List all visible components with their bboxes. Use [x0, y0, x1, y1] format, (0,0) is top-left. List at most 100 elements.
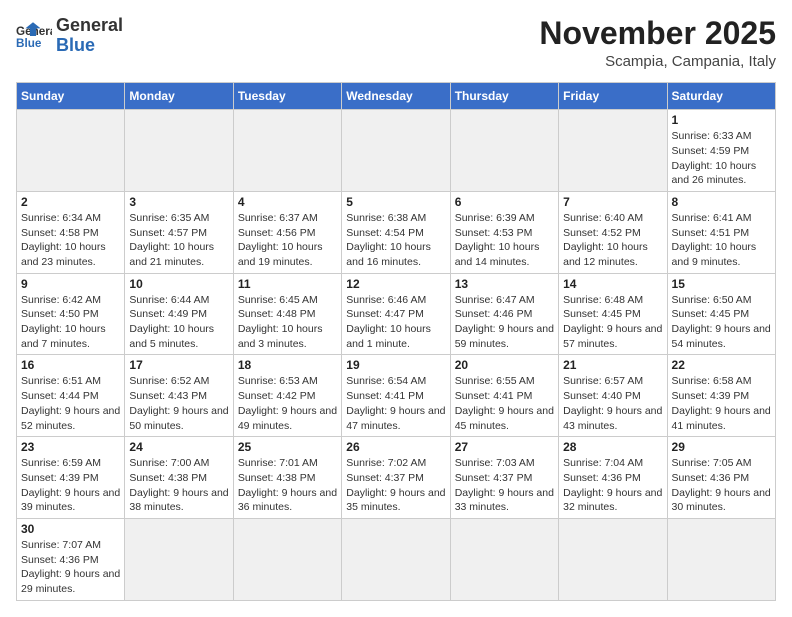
- calendar-cell: [450, 518, 558, 600]
- day-info: Sunrise: 6:35 AMSunset: 4:57 PMDaylight:…: [129, 211, 228, 270]
- day-info: Sunrise: 7:04 AMSunset: 4:36 PMDaylight:…: [563, 456, 662, 515]
- calendar-cell: [342, 110, 450, 192]
- day-number: 27: [455, 440, 554, 454]
- day-number: 16: [21, 358, 120, 372]
- day-info: Sunrise: 6:58 AMSunset: 4:39 PMDaylight:…: [672, 374, 771, 433]
- calendar-cell: 1Sunrise: 6:33 AMSunset: 4:59 PMDaylight…: [667, 110, 775, 192]
- day-info: Sunrise: 6:46 AMSunset: 4:47 PMDaylight:…: [346, 293, 445, 352]
- calendar-cell: 11 Sunrise: 6:45 AMSunset: 4:48 PMDayligh…: [233, 273, 341, 355]
- day-number: 18: [238, 358, 337, 372]
- calendar-cell: 2 Sunrise: 6:34 AMSunset: 4:58 PMDaylight…: [17, 191, 125, 273]
- calendar-cell: 6Sunrise: 6:39 AMSunset: 4:53 PMDaylight…: [450, 191, 558, 273]
- weekday-header: Saturday: [667, 83, 775, 110]
- logo-icon: General Blue: [16, 22, 52, 50]
- calendar-week-row: 30 Sunrise: 7:07 AMSunset: 4:36 PMDayligh…: [17, 518, 776, 600]
- location-title: Scampia, Campania, Italy: [539, 53, 776, 70]
- day-info: Sunrise: 6:37 AMSunset: 4:56 PMDaylight:…: [238, 211, 337, 270]
- day-number: 4: [238, 195, 337, 209]
- day-number: 28: [563, 440, 662, 454]
- calendar-cell: [233, 518, 341, 600]
- day-number: 7: [563, 195, 662, 209]
- day-info: Sunrise: 7:03 AMSunset: 4:37 PMDaylight:…: [455, 456, 554, 515]
- calendar-cell: 12 Sunrise: 6:46 AMSunset: 4:47 PMDayligh…: [342, 273, 450, 355]
- calendar-cell: 26 Sunrise: 7:02 AMSunset: 4:37 PMDayligh…: [342, 437, 450, 519]
- calendar-cell: 25 Sunrise: 7:01 AMSunset: 4:38 PMDayligh…: [233, 437, 341, 519]
- day-number: 11: [238, 277, 337, 291]
- calendar-cell: [17, 110, 125, 192]
- calendar-cell: 10 Sunrise: 6:44 AMSunset: 4:49 PMDayligh…: [125, 273, 233, 355]
- day-number: 20: [455, 358, 554, 372]
- day-info: Sunrise: 7:00 AMSunset: 4:38 PMDaylight:…: [129, 456, 228, 515]
- day-number: 29: [672, 440, 771, 454]
- day-info: Sunrise: 6:48 AMSunset: 4:45 PMDaylight:…: [563, 293, 662, 352]
- day-info: Sunrise: 7:07 AMSunset: 4:36 PMDaylight:…: [21, 538, 120, 597]
- header: General Blue General Blue November 2025 …: [16, 16, 776, 70]
- calendar-cell: [125, 110, 233, 192]
- day-number: 1: [672, 113, 771, 127]
- day-number: 30: [21, 522, 120, 536]
- day-info: Sunrise: 6:59 AMSunset: 4:39 PMDaylight:…: [21, 456, 120, 515]
- day-info: Sunrise: 6:42 AMSunset: 4:50 PMDaylight:…: [21, 293, 120, 352]
- day-info: Sunrise: 6:38 AMSunset: 4:54 PMDaylight:…: [346, 211, 445, 270]
- calendar-cell: 18 Sunrise: 6:53 AMSunset: 4:42 PMDayligh…: [233, 355, 341, 437]
- day-number: 12: [346, 277, 445, 291]
- weekday-header: Wednesday: [342, 83, 450, 110]
- calendar-cell: [667, 518, 775, 600]
- day-info: Sunrise: 6:45 AMSunset: 4:48 PMDaylight:…: [238, 293, 337, 352]
- day-info: Sunrise: 7:01 AMSunset: 4:38 PMDaylight:…: [238, 456, 337, 515]
- day-info: Sunrise: 6:47 AMSunset: 4:46 PMDaylight:…: [455, 293, 554, 352]
- month-title: November 2025: [539, 16, 776, 51]
- day-number: 14: [563, 277, 662, 291]
- day-number: 13: [455, 277, 554, 291]
- calendar-cell: 29 Sunrise: 7:05 AMSunset: 4:36 PMDayligh…: [667, 437, 775, 519]
- weekday-header: Sunday: [17, 83, 125, 110]
- day-info: Sunrise: 6:50 AMSunset: 4:45 PMDaylight:…: [672, 293, 771, 352]
- day-number: 25: [238, 440, 337, 454]
- calendar-cell: 30 Sunrise: 7:07 AMSunset: 4:36 PMDayligh…: [17, 518, 125, 600]
- day-number: 21: [563, 358, 662, 372]
- day-info: Sunrise: 6:39 AMSunset: 4:53 PMDaylight:…: [455, 211, 554, 270]
- calendar-week-row: 16 Sunrise: 6:51 AMSunset: 4:44 PMDayligh…: [17, 355, 776, 437]
- day-number: 24: [129, 440, 228, 454]
- svg-text:Blue: Blue: [16, 37, 42, 50]
- day-info: Sunrise: 6:40 AMSunset: 4:52 PMDaylight:…: [563, 211, 662, 270]
- weekday-header: Tuesday: [233, 83, 341, 110]
- calendar-cell: 22Sunrise: 6:58 AMSunset: 4:39 PMDayligh…: [667, 355, 775, 437]
- day-number: 10: [129, 277, 228, 291]
- title-section: November 2025 Scampia, Campania, Italy: [539, 16, 776, 70]
- day-info: Sunrise: 6:34 AMSunset: 4:58 PMDaylight:…: [21, 211, 120, 270]
- calendar-table: SundayMondayTuesdayWednesdayThursdayFrid…: [16, 82, 776, 601]
- logo: General Blue General Blue: [16, 16, 123, 56]
- day-info: Sunrise: 6:53 AMSunset: 4:42 PMDaylight:…: [238, 374, 337, 433]
- weekday-header: Thursday: [450, 83, 558, 110]
- day-info: Sunrise: 7:02 AMSunset: 4:37 PMDaylight:…: [346, 456, 445, 515]
- calendar-cell: 23Sunrise: 6:59 AMSunset: 4:39 PMDayligh…: [17, 437, 125, 519]
- calendar-cell: 21 Sunrise: 6:57 AMSunset: 4:40 PMDayligh…: [559, 355, 667, 437]
- weekday-header: Monday: [125, 83, 233, 110]
- day-number: 2: [21, 195, 120, 209]
- day-number: 26: [346, 440, 445, 454]
- calendar-cell: 3Sunrise: 6:35 AMSunset: 4:57 PMDaylight…: [125, 191, 233, 273]
- calendar-cell: 5 Sunrise: 6:38 AMSunset: 4:54 PMDaylight…: [342, 191, 450, 273]
- calendar-cell: 13 Sunrise: 6:47 AMSunset: 4:46 PMDayligh…: [450, 273, 558, 355]
- calendar-week-row: 1Sunrise: 6:33 AMSunset: 4:59 PMDaylight…: [17, 110, 776, 192]
- day-info: Sunrise: 6:54 AMSunset: 4:41 PMDaylight:…: [346, 374, 445, 433]
- day-number: 5: [346, 195, 445, 209]
- calendar-cell: 4 Sunrise: 6:37 AMSunset: 4:56 PMDaylight…: [233, 191, 341, 273]
- day-info: Sunrise: 6:51 AMSunset: 4:44 PMDaylight:…: [21, 374, 120, 433]
- calendar-cell: [559, 518, 667, 600]
- day-number: 9: [21, 277, 120, 291]
- calendar-cell: 20 Sunrise: 6:55 AMSunset: 4:41 PMDayligh…: [450, 355, 558, 437]
- calendar-cell: 7 Sunrise: 6:40 AMSunset: 4:52 PMDaylight…: [559, 191, 667, 273]
- day-info: Sunrise: 7:05 AMSunset: 4:36 PMDaylight:…: [672, 456, 771, 515]
- day-info: Sunrise: 6:55 AMSunset: 4:41 PMDaylight:…: [455, 374, 554, 433]
- calendar-cell: [125, 518, 233, 600]
- day-info: Sunrise: 6:44 AMSunset: 4:49 PMDaylight:…: [129, 293, 228, 352]
- calendar-cell: 16 Sunrise: 6:51 AMSunset: 4:44 PMDayligh…: [17, 355, 125, 437]
- calendar-cell: [342, 518, 450, 600]
- calendar-cell: 24 Sunrise: 7:00 AMSunset: 4:38 PMDayligh…: [125, 437, 233, 519]
- calendar-cell: 14 Sunrise: 6:48 AMSunset: 4:45 PMDayligh…: [559, 273, 667, 355]
- calendar-week-row: 2 Sunrise: 6:34 AMSunset: 4:58 PMDaylight…: [17, 191, 776, 273]
- calendar-week-row: 9 Sunrise: 6:42 AMSunset: 4:50 PMDaylight…: [17, 273, 776, 355]
- day-info: Sunrise: 6:57 AMSunset: 4:40 PMDaylight:…: [563, 374, 662, 433]
